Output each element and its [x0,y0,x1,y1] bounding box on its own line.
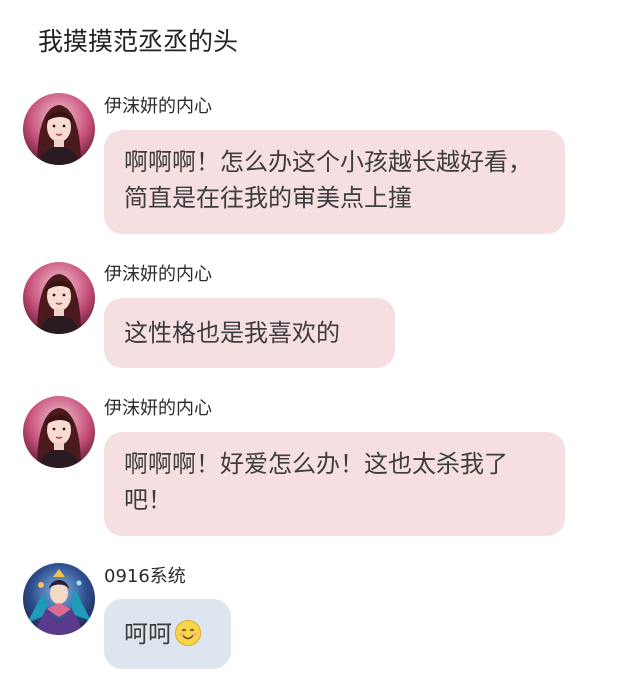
sender-name: 0916系统 [104,566,186,587]
avatar[interactable] [23,396,95,468]
message-text: 呵呵 [124,620,172,648]
chat-title: 我摸摸范丞丞的头 [38,27,239,56]
message-bubble: 啊啊啊！怎么办这个小孩越长越好看，简直是在往我的审美点上撞 [104,130,565,234]
message-bubble: 这性格也是我喜欢的 [104,298,395,368]
sender-name: 伊沫妍的内心 [104,96,212,117]
sender-name: 伊沫妍的内心 [104,264,212,285]
smiling-face-emoji [175,620,201,646]
avatar[interactable] [23,93,95,165]
avatar[interactable] [23,563,95,635]
sender-name: 伊沫妍的内心 [104,398,212,419]
message-bubble: 啊啊啊！好爱怎么办！这也太杀我了吧！ [104,432,565,536]
message-bubble: 呵呵 [104,599,231,669]
avatar[interactable] [23,262,95,334]
